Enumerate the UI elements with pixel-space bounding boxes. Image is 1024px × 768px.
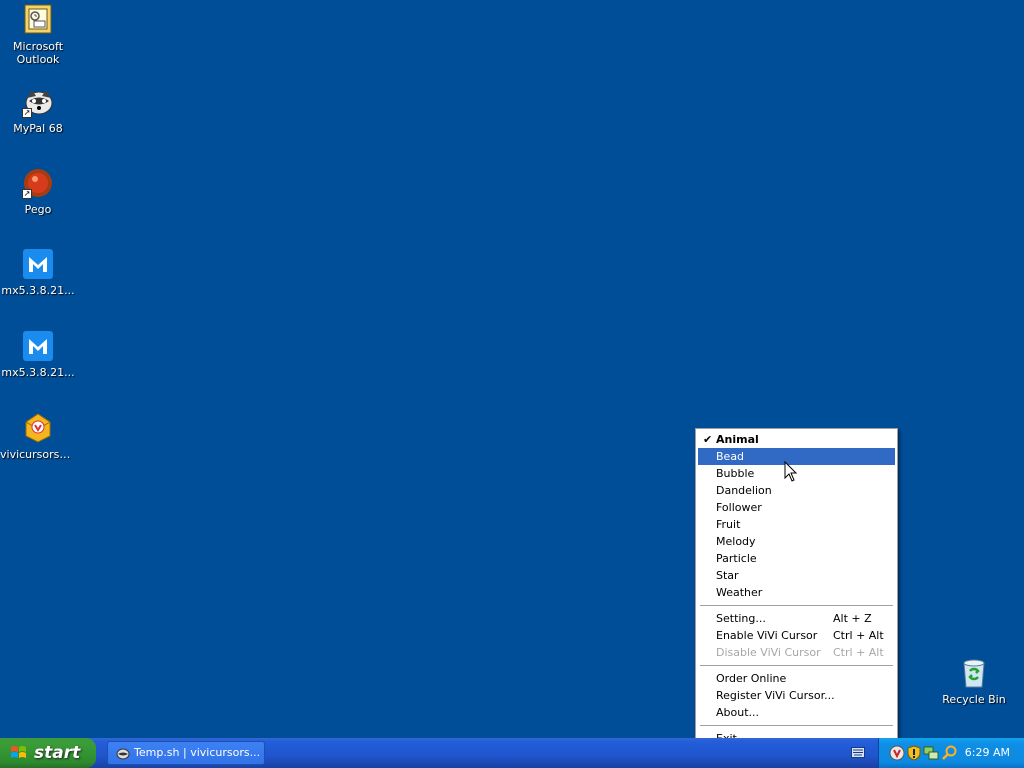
vivicursor-setup-icon	[22, 412, 54, 444]
menu-item-shortcut: Alt + Z	[833, 612, 872, 625]
recycle-bin-icon	[958, 657, 990, 689]
desktop-icon-label: Outlook	[16, 53, 60, 66]
desktop-icon-label: vivicursorsetup	[0, 448, 76, 461]
desktop-icon-maxthon-1[interactable]: mx5.3.8.21...	[0, 248, 76, 297]
maxthon-icon	[22, 330, 54, 362]
menu-item-particle[interactable]: Particle	[698, 550, 895, 567]
desktop-icon-pego[interactable]: ↗ Pego	[0, 167, 76, 216]
desktop-icon-mypal[interactable]: ↗ MyPal 68	[0, 86, 76, 135]
menu-item-follower[interactable]: Follower	[698, 499, 895, 516]
menu-separator	[698, 601, 895, 610]
clock[interactable]: 6:29 AM	[965, 738, 1010, 768]
search-icon[interactable]	[942, 745, 958, 761]
menu-item-star[interactable]: Star	[698, 567, 895, 584]
start-button[interactable]: start	[0, 738, 96, 768]
menu-item-fruit[interactable]: Fruit	[698, 516, 895, 533]
raccoon-icon	[116, 748, 130, 760]
menu-item-disable-vivi-cursor: Disable ViVi Cursor Ctrl + Alt	[698, 644, 895, 661]
menu-item-shortcut: Ctrl + Alt	[833, 646, 884, 659]
menu-item-weather[interactable]: Weather	[698, 584, 895, 601]
menu-item-setting[interactable]: Setting... Alt + Z	[698, 610, 895, 627]
security-shield-icon[interactable]	[906, 745, 922, 761]
menu-item-label: Setting...	[716, 612, 766, 625]
desktop-icon-label: Pego	[24, 203, 52, 216]
taskbar-button-temp-sh[interactable]: Temp.sh | vivicursors...	[107, 741, 265, 765]
menu-item-label: Animal	[716, 433, 759, 446]
menu-item-label: Bubble	[716, 467, 755, 480]
menu-item-label: About...	[716, 706, 760, 719]
menu-item-label: Disable ViVi Cursor	[716, 646, 821, 659]
menu-item-label: Follower	[716, 501, 762, 514]
menu-item-label: Weather	[716, 586, 763, 599]
desktop-icon-label: Recycle Bin	[942, 693, 1006, 706]
menu-item-order-online[interactable]: Order Online	[698, 670, 895, 687]
menu-item-label: Enable ViVi Cursor	[716, 629, 818, 642]
menu-item-enable-vivi-cursor[interactable]: Enable ViVi Cursor Ctrl + Alt	[698, 627, 895, 644]
menu-separator	[698, 721, 895, 730]
menu-item-label: Register ViVi Cursor...	[716, 689, 835, 702]
menu-separator	[698, 661, 895, 670]
menu-item-label: Order Online	[716, 672, 787, 685]
menu-item-melody[interactable]: Melody	[698, 533, 895, 550]
vivi-cursor-tray-icon[interactable]	[889, 745, 905, 761]
desktop-icon-outlook[interactable]: Microsoft Outlook	[0, 4, 76, 66]
checkmark-icon: ✔	[703, 433, 713, 446]
maxthon-icon	[22, 248, 54, 280]
desktop-icon-label: mx5.3.8.21...	[1, 284, 75, 297]
menu-item-dandelion[interactable]: Dandelion	[698, 482, 895, 499]
network-icon[interactable]	[923, 745, 939, 761]
menu-item-label: Fruit	[716, 518, 741, 531]
start-label: start	[34, 743, 81, 763]
menu-item-register[interactable]: Register ViVi Cursor...	[698, 687, 895, 704]
windows-logo-icon	[11, 746, 26, 758]
menu-item-label: Particle	[716, 552, 757, 565]
menu-item-animal[interactable]: ✔ Animal	[698, 431, 895, 448]
taskbar: start Temp.sh | vivicursors... 6:29 AM	[0, 738, 1024, 768]
desktop-icon-label: Microsoft	[12, 40, 64, 53]
system-tray: 6:29 AM	[878, 738, 1024, 768]
menu-item-label: Dandelion	[716, 484, 772, 497]
desktop-icon-maxthon-2[interactable]: mx5.3.8.21...	[0, 330, 76, 379]
desktop-icon-label: mx5.3.8.21...	[1, 366, 75, 379]
desktop-icon-recycle-bin[interactable]: Recycle Bin	[936, 657, 1012, 706]
mypal-icon: ↗	[22, 86, 54, 118]
desktop-icon-label: MyPal 68	[13, 122, 63, 135]
keyboard-icon[interactable]	[851, 747, 865, 758]
menu-item-shortcut: Ctrl + Alt	[833, 629, 884, 642]
taskbar-button-label: Temp.sh | vivicursors...	[134, 746, 261, 759]
menu-item-label: Melody	[716, 535, 756, 548]
desktop-icon-vivicursorsetup[interactable]: vivicursorsetup	[0, 412, 76, 461]
menu-item-label: Star	[716, 569, 739, 582]
outlook-icon	[22, 4, 54, 36]
mouse-cursor-icon	[784, 461, 798, 482]
menu-item-label: Bead	[716, 450, 745, 463]
menu-item-about[interactable]: About...	[698, 704, 895, 721]
pego-icon: ↗	[22, 167, 54, 199]
